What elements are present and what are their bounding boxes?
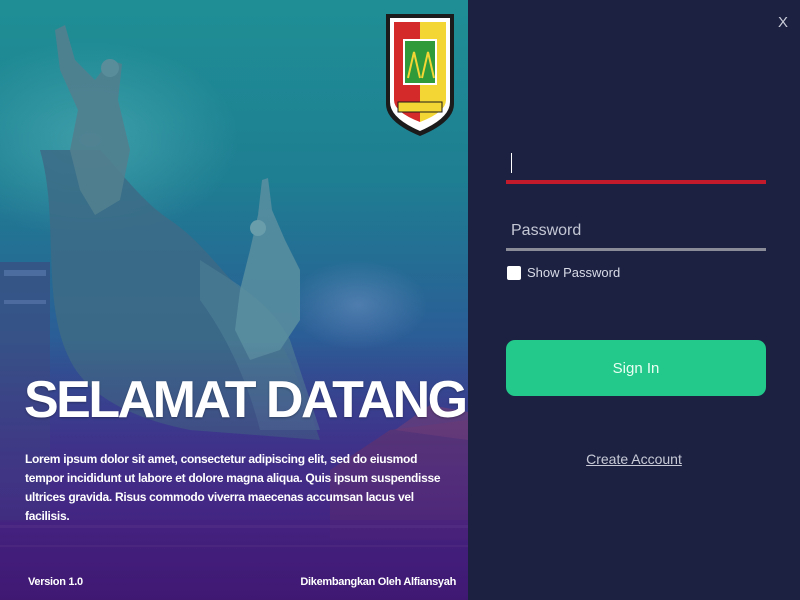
- hero-title: SELAMAT DATANG: [24, 371, 468, 429]
- sign-in-button[interactable]: Sign In: [506, 340, 766, 396]
- show-password-label[interactable]: Show Password: [527, 265, 620, 280]
- version-label: Version 1.0: [28, 576, 83, 588]
- close-button[interactable]: X: [778, 14, 788, 31]
- login-panel: X Show Password Sign In Create Account: [468, 0, 800, 600]
- password-field-wrapper: [506, 214, 766, 251]
- password-underline: [506, 248, 766, 251]
- username-underline: [506, 180, 766, 184]
- username-field-wrapper: [506, 146, 766, 184]
- create-account-link[interactable]: Create Account: [586, 451, 682, 467]
- city-emblem-icon: [386, 14, 454, 136]
- create-account-row: Create Account: [468, 451, 800, 469]
- username-input[interactable]: [506, 146, 766, 180]
- hero-panel: SELAMAT DATANG Lorem ipsum dolor sit ame…: [0, 0, 468, 600]
- login-window: SELAMAT DATANG Lorem ipsum dolor sit ame…: [0, 0, 800, 600]
- developer-credit: Dikembangkan Oleh Alfiansyah: [300, 576, 456, 588]
- hero-description: Lorem ipsum dolor sit amet, consectetur …: [25, 452, 441, 523]
- password-input[interactable]: [506, 214, 766, 248]
- text-caret: [511, 153, 512, 173]
- show-password-checkbox[interactable]: [507, 265, 521, 280]
- show-password-row: Show Password: [507, 265, 620, 280]
